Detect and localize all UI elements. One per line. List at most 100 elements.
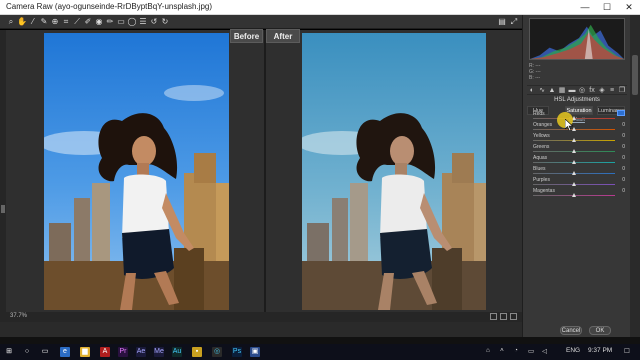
slider-purples[interactable]: Purples 0 bbox=[529, 177, 625, 187]
after-effects-icon[interactable]: Ae bbox=[136, 347, 146, 357]
slider-greens[interactable]: Greens 0 bbox=[529, 144, 625, 154]
window-title: Camera Raw (ayo-ogunseinde-RrDByptBqY-un… bbox=[6, 2, 213, 11]
spot-removal-tool-icon[interactable]: ✐ bbox=[83, 17, 93, 27]
before-photo bbox=[44, 33, 229, 310]
split-toning-icon[interactable]: ▬ bbox=[568, 87, 576, 95]
slider-value[interactable]: 0 bbox=[613, 166, 625, 172]
presets-icon[interactable]: ≡ bbox=[608, 87, 616, 95]
white-balance-tool-icon[interactable]: ⁄ bbox=[28, 17, 38, 27]
slider-knob[interactable] bbox=[572, 160, 576, 164]
minimize-button[interactable]: — bbox=[574, 0, 596, 15]
histogram bbox=[529, 18, 625, 60]
slider-magentas[interactable]: Magentas 0 bbox=[529, 188, 625, 198]
language-indicator[interactable]: ENG bbox=[566, 347, 580, 354]
tray-chevron-icon[interactable]: ˄ bbox=[500, 347, 504, 354]
photoshop-icon[interactable]: Ps bbox=[232, 347, 242, 357]
tray-people-icon[interactable]: ⌂ bbox=[486, 347, 490, 354]
after-label: After bbox=[266, 29, 300, 43]
color-sampler-tool-icon[interactable]: ✎ bbox=[39, 17, 49, 27]
slider-label: Magentas bbox=[533, 188, 555, 194]
slider-value[interactable]: 0 bbox=[613, 155, 625, 161]
zoom-tool-icon[interactable]: ⌕ bbox=[6, 17, 16, 27]
adobe-media-icon[interactable]: Me bbox=[154, 347, 164, 357]
maximize-button[interactable]: ☐ bbox=[596, 0, 618, 15]
slider-label: Yellows bbox=[533, 133, 550, 139]
toggle-settings-button[interactable] bbox=[510, 313, 517, 320]
battery-icon[interactable]: ▭ bbox=[528, 347, 534, 355]
photos-icon[interactable]: ▣ bbox=[250, 347, 260, 357]
slider-value[interactable]: 0 bbox=[613, 133, 625, 139]
filmstrip-handle-grip[interactable] bbox=[1, 205, 5, 213]
targeted-adjustment-tool-icon[interactable]: ⊕ bbox=[50, 17, 60, 27]
rotate-right-tool-icon[interactable]: ↻ bbox=[160, 17, 170, 27]
after-photo bbox=[302, 33, 486, 310]
hsl-icon[interactable]: ▦ bbox=[558, 87, 566, 95]
start-button-icon[interactable]: ⊞ bbox=[4, 347, 14, 357]
straighten-tool-icon[interactable]: ⟋ bbox=[72, 17, 82, 27]
slider-value[interactable]: 0 bbox=[613, 177, 625, 183]
slider-label: Reds bbox=[533, 111, 545, 117]
tone-curve-icon[interactable]: ∿ bbox=[538, 87, 546, 95]
detail-icon[interactable]: ▲ bbox=[548, 87, 556, 95]
clock[interactable]: 9:37 PM bbox=[588, 347, 612, 354]
wifi-icon[interactable]: ◔ bbox=[514, 347, 518, 354]
view-divider bbox=[264, 30, 266, 312]
slider-label: Oranges bbox=[533, 122, 553, 128]
rgb-readout: R: --- G: --- B: --- bbox=[529, 63, 541, 81]
slider-knob[interactable] bbox=[572, 149, 576, 153]
volume-icon[interactable]: ◁ bbox=[542, 347, 547, 355]
slider-knob[interactable] bbox=[572, 182, 576, 186]
taskbar: ⊞ ○ ▭ e ▆ A Pr Ae Me Au ▪ ◎ Ps ▣ ⌂ ˄ ◔ ▭… bbox=[0, 344, 640, 360]
chrome-icon[interactable]: ◎ bbox=[212, 347, 222, 357]
effects-icon[interactable]: fx bbox=[588, 87, 596, 95]
close-button[interactable]: ✕ bbox=[618, 0, 640, 15]
pdf-icon[interactable]: A bbox=[100, 347, 110, 357]
rgb-readout-b: B: --- bbox=[529, 75, 541, 81]
swap-settings-button[interactable] bbox=[500, 313, 507, 320]
view-mode-button[interactable] bbox=[490, 313, 497, 320]
hand-tool-icon[interactable]: ✋ bbox=[17, 17, 27, 27]
edge-icon[interactable]: e bbox=[60, 347, 70, 357]
basic-panel-icon[interactable]: ◐ bbox=[528, 87, 536, 95]
slider-knob[interactable] bbox=[572, 138, 576, 142]
snapshots-icon[interactable]: ❐ bbox=[618, 87, 626, 95]
slider-value[interactable]: 0 bbox=[613, 122, 625, 128]
slider-knob[interactable] bbox=[572, 171, 576, 175]
slider-value-field[interactable] bbox=[617, 110, 625, 116]
slider-blues[interactable]: Blues 0 bbox=[529, 166, 625, 176]
slider-value[interactable]: 0 bbox=[613, 144, 625, 150]
illustrator-icon[interactable]: ▪ bbox=[192, 347, 202, 357]
slider-value[interactable]: 0 bbox=[613, 188, 625, 194]
fullscreen-toggle-icon[interactable]: ⤢ bbox=[509, 17, 519, 27]
task-view-icon[interactable]: ▭ bbox=[40, 347, 50, 357]
ok-button[interactable]: OK bbox=[589, 326, 611, 335]
panel-scrollbar[interactable] bbox=[630, 15, 640, 337]
scrollbar-thumb[interactable] bbox=[632, 55, 638, 95]
slider-label: Purples bbox=[533, 177, 550, 183]
slider-aquas[interactable]: Aquas 0 bbox=[529, 155, 625, 165]
hsl-section-title: HSL Adjustments bbox=[554, 97, 600, 103]
search-icon[interactable]: ○ bbox=[22, 347, 32, 357]
graduated-filter-tool-icon[interactable]: ▭ bbox=[116, 17, 126, 27]
slider-reds[interactable]: Reds bbox=[529, 110, 625, 121]
notification-icon[interactable]: ☐ bbox=[624, 347, 630, 355]
filmstrip-handle[interactable] bbox=[0, 30, 6, 312]
slider-label: Aquas bbox=[533, 155, 548, 161]
calibration-icon[interactable]: ◈ bbox=[598, 87, 606, 95]
slider-oranges[interactable]: Oranges 0 bbox=[529, 122, 625, 132]
red-eye-tool-icon[interactable]: ◉ bbox=[94, 17, 104, 27]
lens-icon[interactable]: ◎ bbox=[578, 87, 586, 95]
cancel-button[interactable]: Cancel bbox=[560, 326, 582, 335]
slider-knob[interactable] bbox=[572, 193, 576, 197]
zoom-level[interactable]: 37.7% bbox=[10, 313, 27, 319]
filmstrip-toggle-icon[interactable]: ▤ bbox=[497, 17, 507, 27]
preferences-tool-icon[interactable]: ☰ bbox=[138, 17, 148, 27]
slider-yellows[interactable]: Yellows 0 bbox=[529, 133, 625, 143]
adjustment-brush-tool-icon[interactable]: ✏ bbox=[105, 17, 115, 27]
audition-icon[interactable]: Au bbox=[172, 347, 182, 357]
file-explorer-icon[interactable]: ▆ bbox=[80, 347, 90, 357]
radial-filter-tool-icon[interactable]: ◯ bbox=[127, 17, 137, 27]
premiere-icon[interactable]: Pr bbox=[118, 347, 128, 357]
crop-tool-icon[interactable]: ⌗ bbox=[61, 17, 71, 27]
rotate-left-tool-icon[interactable]: ↺ bbox=[149, 17, 159, 27]
